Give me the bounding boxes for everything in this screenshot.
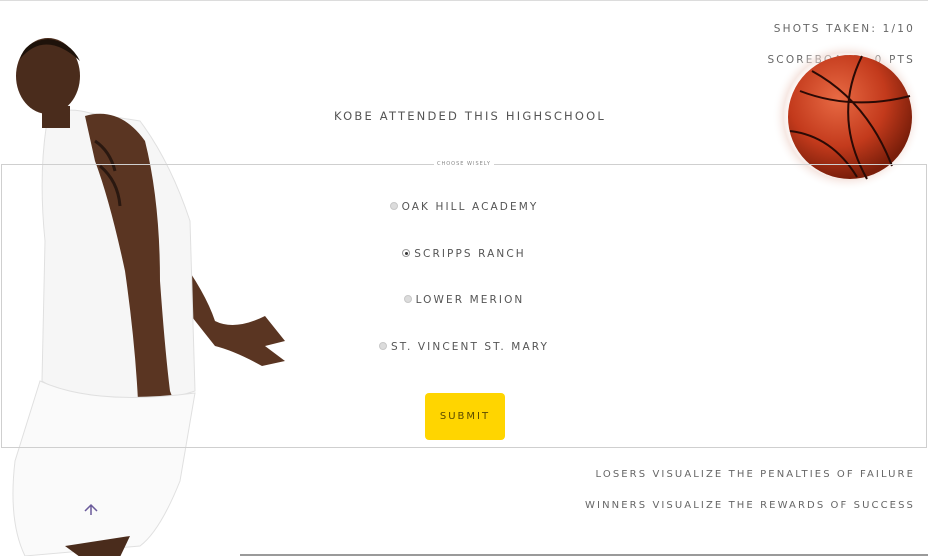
submit-button[interactable]: SUBMIT [425,393,505,440]
answer-option-scripps-ranch[interactable]: SCRIPPS RANCH [2,248,926,260]
answer-label: LOWER MERION [415,294,525,306]
answer-option-oak-hill[interactable]: OAK HILL ACADEMY [2,201,926,213]
answer-label: SCRIPPS RANCH [414,248,526,260]
answer-panel: CHOOSE WISELY OAK HILL ACADEMY SCRIPPS R… [1,161,927,448]
answer-label: OAK HILL ACADEMY [401,201,539,213]
motto-losers: LOSERS VISUALIZE THE PENALTIES OF FAILUR… [595,469,915,480]
shots-taken-counter: SHOTS TAKEN: 1/10 [773,23,915,35]
quiz-page: SHOTS TAKEN: 1/10 SCOREBOARD: 0 PTS KOBE… [0,0,928,556]
answer-label: ST. VINCENT ST. MARY [390,341,549,353]
radio-button[interactable] [389,202,398,210]
radio-button[interactable] [378,342,387,350]
answer-option-st-vincent[interactable]: ST. VINCENT ST. MARY [2,341,926,353]
hint-text: CHOOSE WISELY [2,161,926,167]
radio-button-selected[interactable] [402,249,411,257]
question-text: KOBE ATTENDED THIS HIGHSCHOOL [334,109,607,123]
radio-button[interactable] [403,295,412,303]
answer-option-lower-merion[interactable]: LOWER MERION [2,294,926,306]
motto-winners: WINNERS VISUALIZE THE REWARDS OF SUCCESS [585,500,915,511]
